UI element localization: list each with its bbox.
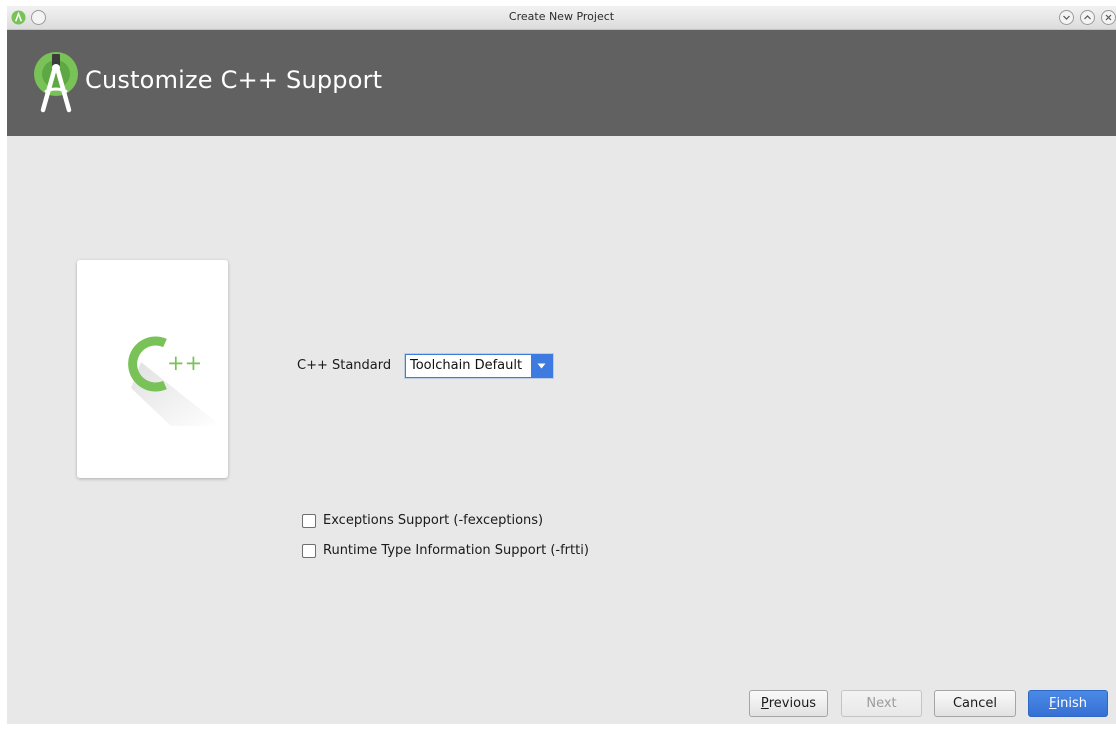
close-icon[interactable] (1101, 10, 1116, 25)
next-button[interactable]: Next (841, 690, 922, 717)
cancel-label: Cancel (952, 696, 998, 711)
window-title: Create New Project (508, 10, 615, 23)
create-project-window: Create New Project Customize C++ Support (7, 6, 1116, 724)
chevron-down-icon[interactable] (531, 355, 552, 377)
finish-label: inish (1056, 696, 1087, 711)
exceptions-support-label[interactable]: Exceptions Support (-fexceptions) (323, 513, 543, 528)
previous-label: revious (768, 696, 817, 711)
exceptions-support-row[interactable]: Exceptions Support (-fexceptions) (302, 513, 543, 528)
page-title: Customize C++ Support (85, 66, 383, 94)
previous-button[interactable]: Previous (749, 690, 828, 717)
wizard-header: Customize C++ Support (7, 30, 1116, 136)
cancel-button[interactable]: Cancel (934, 690, 1016, 717)
rtti-support-row[interactable]: Runtime Type Information Support (-frtti… (302, 543, 589, 558)
android-studio-logo (34, 52, 78, 113)
minimize-icon[interactable] (1059, 10, 1074, 25)
previous-mnemonic: P (760, 696, 769, 711)
next-label: Next (866, 696, 897, 711)
cpp-logo: ++ (128, 336, 221, 426)
finish-button[interactable]: Finish (1028, 690, 1108, 717)
cpp-standard-dropdown[interactable]: Toolchain Default (405, 354, 553, 378)
finish-mnemonic: F (1049, 696, 1057, 711)
rtti-support-label[interactable]: Runtime Type Information Support (-frtti… (323, 543, 589, 558)
svg-text:++: ++ (167, 351, 202, 375)
maximize-icon[interactable] (1080, 10, 1095, 25)
cpp-standard-label: C++ Standard (297, 358, 392, 373)
rtti-support-checkbox[interactable] (302, 543, 316, 558)
title-bar: Create New Project (7, 6, 1116, 30)
cpp-standard-value: Toolchain Default (410, 358, 523, 373)
cpp-preview-card: ++ (77, 260, 228, 478)
exceptions-support-checkbox[interactable] (302, 513, 316, 528)
